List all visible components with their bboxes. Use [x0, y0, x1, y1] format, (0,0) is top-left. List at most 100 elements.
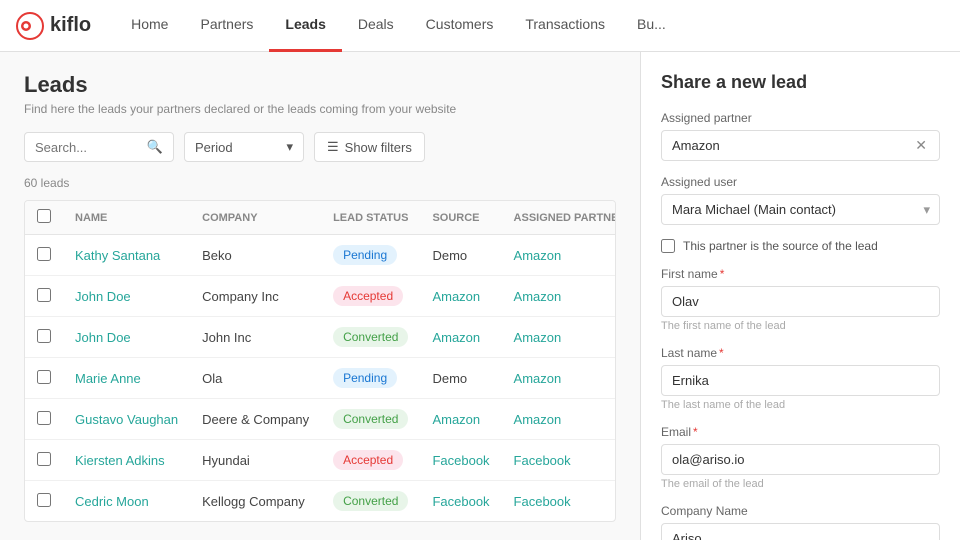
cell-company: Hyundai — [190, 440, 321, 481]
cell-company: Deere & Company — [190, 399, 321, 440]
nav-customers[interactable]: Customers — [410, 0, 510, 52]
partner-field[interactable]: Amazon ✕ — [661, 130, 940, 161]
source-value: Demo — [432, 248, 467, 263]
table-row: Marie Anne Ola Pending Demo Amazon Mara … — [25, 358, 616, 399]
partner-value[interactable]: Facebook — [514, 494, 571, 509]
cell-source: Demo — [420, 358, 501, 399]
status-badge: Pending — [333, 245, 397, 265]
source-checkbox[interactable] — [661, 239, 675, 253]
table-row: Cedric Moon Kellogg Company Converted Fa… — [25, 481, 616, 522]
period-select[interactable]: Period ▾ — [184, 132, 304, 162]
cell-status: Converted — [321, 317, 420, 358]
lead-name-link[interactable]: John Doe — [75, 330, 131, 345]
row-checkbox[interactable] — [37, 452, 51, 466]
lead-name-link[interactable]: Cedric Moon — [75, 494, 149, 509]
source-value[interactable]: Facebook — [432, 453, 489, 468]
status-badge: Converted — [333, 409, 408, 429]
cell-name: John Doe — [63, 276, 190, 317]
cell-name: Gustavo Vaughan — [63, 399, 190, 440]
row-checkbox[interactable] — [37, 329, 51, 343]
source-value[interactable]: Amazon — [432, 289, 480, 304]
logo-text: kiflo — [50, 14, 91, 37]
cell-partner: Facebook — [502, 440, 616, 481]
table-row: John Doe Company Inc Accepted Amazon Ama… — [25, 276, 616, 317]
assigned-user-label: Assigned user — [661, 175, 940, 189]
partner-value[interactable]: Facebook — [514, 453, 571, 468]
row-checkbox[interactable] — [37, 370, 51, 384]
cell-company: Beko — [190, 235, 321, 276]
row-checkbox[interactable] — [37, 493, 51, 507]
search-input[interactable] — [35, 140, 143, 155]
table-header-row: NAME COMPANY LEAD STATUS SOURCE ASSIGNED… — [25, 201, 616, 235]
lead-name-link[interactable]: Kathy Santana — [75, 248, 160, 263]
period-label: Period — [195, 140, 233, 155]
company-input[interactable] — [661, 523, 940, 540]
assigned-user-group: Assigned user Mara Michael (Main contact… — [661, 175, 940, 225]
cell-status: Pending — [321, 358, 420, 399]
partner-value[interactable]: Amazon — [514, 330, 562, 345]
source-value[interactable]: Amazon — [432, 412, 480, 427]
panel-title: Share a new lead — [661, 72, 940, 93]
last-name-hint: The last name of the lead — [661, 399, 940, 411]
search-icon: 🔍 — [147, 139, 163, 155]
partner-clear-button[interactable]: ✕ — [913, 137, 929, 154]
email-input[interactable] — [661, 444, 940, 475]
cell-status: Accepted — [321, 440, 420, 481]
status-badge: Converted — [333, 327, 408, 347]
filter-button[interactable]: ☰ Show filters — [314, 132, 425, 162]
page-title: Leads — [24, 72, 616, 98]
page-subtitle: Find here the leads your partners declar… — [24, 102, 616, 116]
main-layout: Leads Find here the leads your partners … — [0, 52, 960, 540]
partner-value[interactable]: Amazon — [514, 412, 562, 427]
partner-value[interactable]: Amazon — [514, 289, 562, 304]
search-box[interactable]: 🔍 — [24, 132, 174, 162]
partner-value[interactable]: Amazon — [514, 371, 562, 386]
col-source: SOURCE — [420, 201, 501, 235]
lead-name-link[interactable]: Kiersten Adkins — [75, 453, 165, 468]
nav-partners[interactable]: Partners — [184, 0, 269, 52]
nav-more[interactable]: Bu... — [621, 0, 682, 52]
table-row: Gustavo Vaughan Deere & Company Converte… — [25, 399, 616, 440]
select-all-checkbox[interactable] — [37, 209, 51, 223]
last-name-label: Last name* — [661, 346, 940, 360]
logo[interactable]: kiflo — [16, 12, 91, 40]
row-checkbox-cell — [25, 399, 63, 440]
filter-label: Show filters — [345, 140, 412, 155]
nav-deals[interactable]: Deals — [342, 0, 410, 52]
row-checkbox-cell — [25, 276, 63, 317]
source-value[interactable]: Amazon — [432, 330, 480, 345]
assigned-user-select[interactable]: Mara Michael (Main contact) — [661, 194, 940, 225]
nav-leads[interactable]: Leads — [269, 0, 341, 52]
cell-name: Kiersten Adkins — [63, 440, 190, 481]
cell-partner: Amazon — [502, 399, 616, 440]
row-checkbox-cell — [25, 481, 63, 522]
email-label: Email* — [661, 425, 940, 439]
filter-icon: ☰ — [327, 139, 339, 155]
lead-name-link[interactable]: John Doe — [75, 289, 131, 304]
last-name-input[interactable] — [661, 365, 940, 396]
first-name-group: First name* The first name of the lead — [661, 267, 940, 332]
nav-transactions[interactable]: Transactions — [509, 0, 621, 52]
nav-home[interactable]: Home — [115, 0, 184, 52]
cell-partner: Amazon — [502, 276, 616, 317]
source-value[interactable]: Facebook — [432, 494, 489, 509]
cell-status: Converted — [321, 399, 420, 440]
lead-name-link[interactable]: Marie Anne — [75, 371, 141, 386]
status-badge: Pending — [333, 368, 397, 388]
nav-items: Home Partners Leads Deals Customers Tran… — [115, 0, 682, 52]
first-name-hint: The first name of the lead — [661, 320, 940, 332]
partner-value: Amazon — [672, 138, 913, 153]
row-checkbox[interactable] — [37, 411, 51, 425]
header-checkbox-col — [25, 201, 63, 235]
first-name-input[interactable] — [661, 286, 940, 317]
left-panel: Leads Find here the leads your partners … — [0, 52, 640, 540]
lead-name-link[interactable]: Gustavo Vaughan — [75, 412, 178, 427]
leads-count: 60 leads — [24, 176, 616, 190]
cell-partner: Amazon — [502, 235, 616, 276]
source-checkbox-label[interactable]: This partner is the source of the lead — [683, 239, 878, 253]
cell-name: Cedric Moon — [63, 481, 190, 522]
partner-value[interactable]: Amazon — [514, 248, 562, 263]
cell-source: Amazon — [420, 317, 501, 358]
row-checkbox[interactable] — [37, 288, 51, 302]
row-checkbox[interactable] — [37, 247, 51, 261]
